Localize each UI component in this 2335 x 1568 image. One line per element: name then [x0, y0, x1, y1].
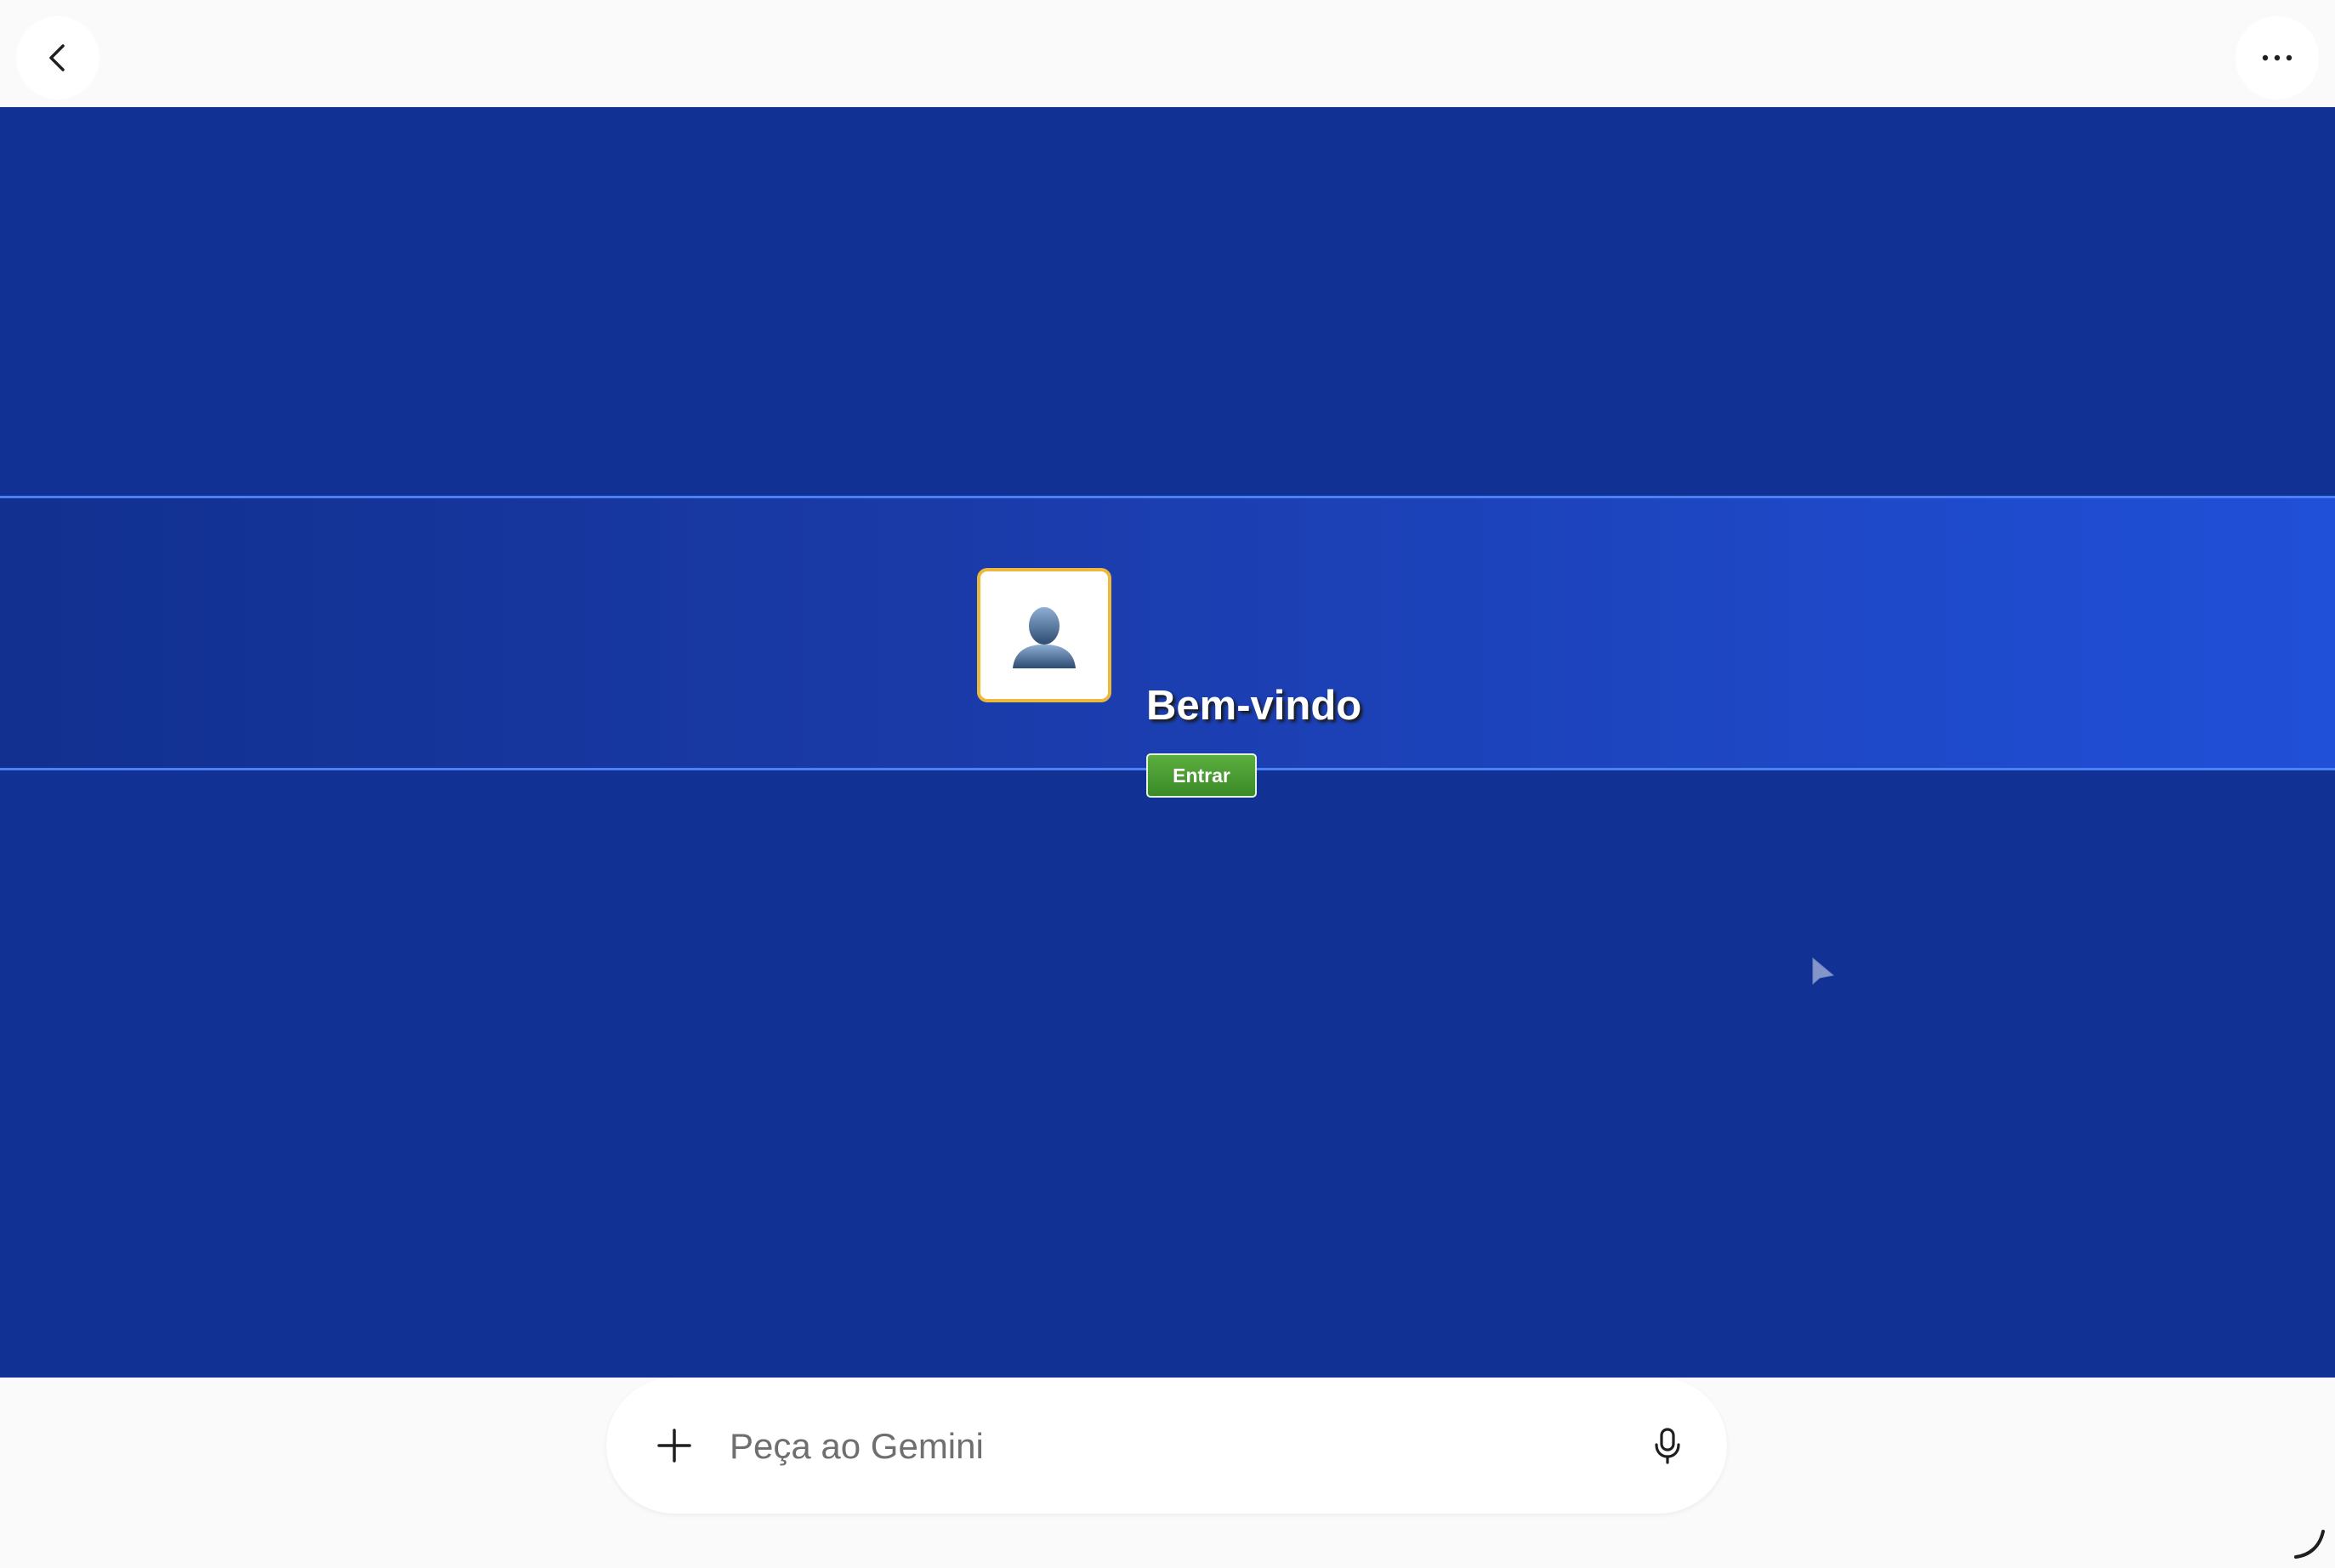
back-button[interactable] — [16, 16, 99, 99]
resize-handle-icon[interactable] — [2292, 1526, 2326, 1560]
chevron-left-icon — [49, 44, 65, 71]
profile-avatar[interactable] — [977, 568, 1111, 702]
welcome-heading: Bem-vindo — [1146, 683, 1362, 729]
user-silhouette-icon — [1013, 607, 1076, 668]
microphone-icon — [1655, 1428, 1680, 1464]
top-bar — [0, 0, 2335, 107]
prompt-input[interactable] — [728, 1416, 1582, 1477]
plus-icon — [657, 1429, 691, 1463]
welcome-banner — [0, 496, 2335, 770]
login-button[interactable]: Entrar — [1146, 753, 1257, 798]
mouse-pointer-icon — [1812, 957, 1835, 986]
more-options-button[interactable] — [2236, 16, 2319, 99]
add-attachment-button[interactable] — [649, 1420, 700, 1471]
prompt-bar — [606, 1378, 1727, 1514]
voice-input-button[interactable] — [1642, 1420, 1693, 1471]
more-horizontal-icon — [2262, 54, 2292, 61]
